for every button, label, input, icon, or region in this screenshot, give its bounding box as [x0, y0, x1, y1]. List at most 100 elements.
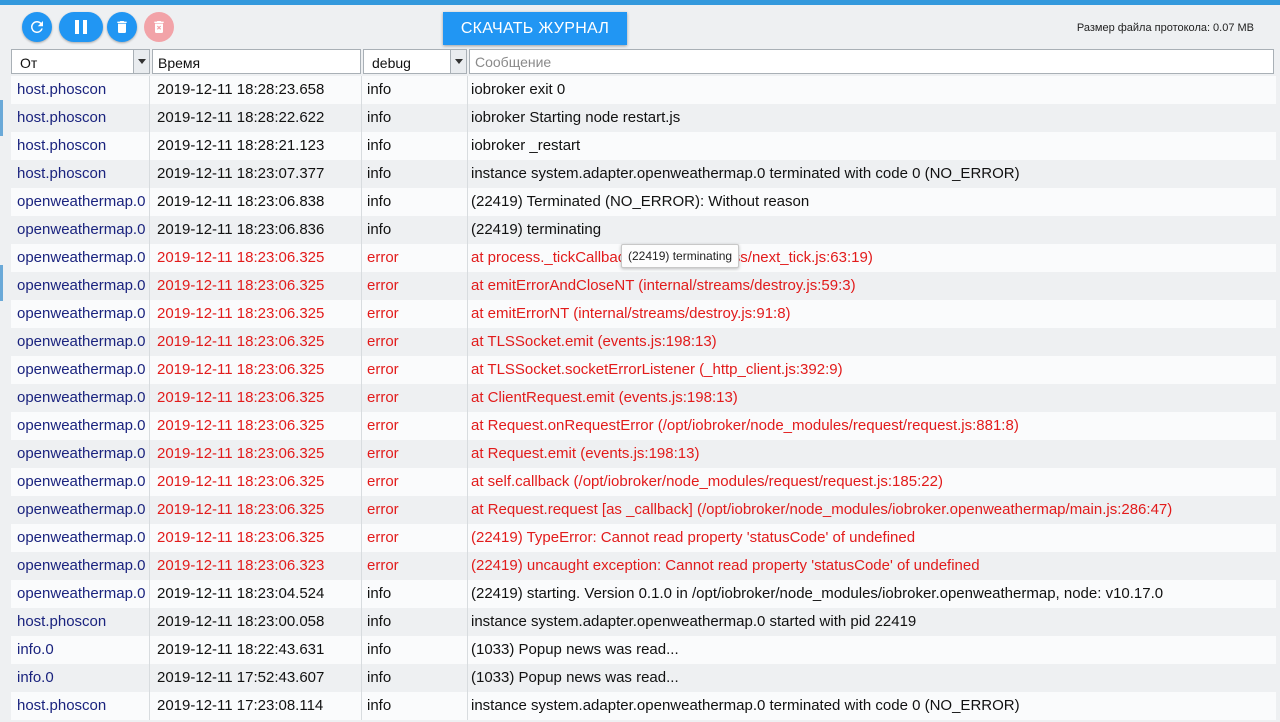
log-severity: info — [362, 664, 468, 692]
log-time: 2019-12-11 18:23:06.838 — [150, 188, 362, 216]
log-row: info.0 2019-12-11 17:52:43.607 info (1033) … — [11, 664, 1276, 692]
log-row: host.phoscon 2019-12-11 18:28:22.622 info i… — [11, 104, 1276, 132]
log-severity: info — [362, 76, 468, 104]
message-search-input[interactable] — [470, 50, 1273, 73]
log-row: openweathermap.0 2019-12-11 18:23:06.325 e… — [11, 524, 1276, 552]
delete-log-file-button[interactable] — [144, 12, 174, 42]
log-row: openweathermap.0 2019-12-11 18:23:06.323 e… — [11, 552, 1276, 580]
log-time: 2019-12-11 18:28:21.123 — [150, 132, 362, 160]
log-source: openweathermap.0 — [11, 580, 150, 608]
log-time: 2019-12-11 18:23:06.325 — [150, 384, 362, 412]
log-severity: error — [362, 356, 468, 384]
download-log-button[interactable]: СКАЧАТЬ ЖУРНАЛ — [443, 12, 627, 45]
log-row: openweathermap.0 2019-12-11 18:23:06.838 i… — [11, 188, 1276, 216]
log-time: 2019-12-11 17:52:43.607 — [150, 664, 362, 692]
log-message: instance system.adapter.openweathermap.0… — [471, 613, 917, 630]
log-time: 2019-12-11 18:23:06.325 — [150, 496, 362, 524]
log-severity: info — [362, 580, 468, 608]
log-row: openweathermap.0 2019-12-11 18:23:06.325 e… — [11, 356, 1276, 384]
log-time: 2019-12-11 18:23:06.325 — [150, 272, 362, 300]
log-message: instance system.adapter.openweathermap.0… — [471, 697, 1020, 714]
log-source: openweathermap.0 — [11, 552, 150, 580]
log-message: at emitErrorAndCloseNT (internal/streams… — [471, 277, 856, 294]
log-message: at process._tickCallback (internal/proce… — [471, 249, 873, 266]
log-source: openweathermap.0 — [11, 412, 150, 440]
log-message: at emitErrorNT (internal/streams/destroy… — [471, 305, 791, 322]
log-time: 2019-12-11 18:23:06.836 — [150, 216, 362, 244]
log-message: instance system.adapter.openweathermap.0… — [471, 165, 1020, 182]
log-message: at Request.onRequestError (/opt/iobroker… — [471, 417, 1019, 434]
pause-icon — [75, 20, 87, 34]
pause-button[interactable] — [59, 12, 103, 42]
log-source: openweathermap.0 — [11, 384, 150, 412]
log-row: host.phoscon 2019-12-11 18:23:07.377 info i… — [11, 160, 1276, 188]
log-row: host.phoscon 2019-12-11 18:28:21.123 info i… — [11, 132, 1276, 160]
file-size-info: Размер файла протокола: 0.07 MB — [1077, 22, 1254, 34]
refresh-icon — [30, 20, 43, 33]
log-row: openweathermap.0 2019-12-11 18:23:06.325 e… — [11, 468, 1276, 496]
log-severity: error — [362, 524, 468, 552]
log-row: openweathermap.0 2019-12-11 18:23:06.325 e… — [11, 300, 1276, 328]
log-message: iobroker exit 0 — [471, 81, 566, 98]
severity-filter-select[interactable]: debug — [363, 49, 467, 74]
log-toolbar: СКАЧАТЬ ЖУРНАЛ Размер файла протокола: 0.… — [0, 5, 1280, 47]
chevron-down-icon[interactable] — [450, 50, 466, 73]
log-time: 2019-12-11 18:23:06.325 — [150, 440, 362, 468]
log-time: 2019-12-11 18:22:43.631 — [150, 636, 362, 664]
log-severity: error — [362, 552, 468, 580]
log-severity: info — [362, 132, 468, 160]
log-severity: info — [362, 636, 468, 664]
log-message: (22419) starting. Version 0.1.0 in /opt/… — [471, 585, 1164, 602]
log-row: openweathermap.0 2019-12-11 18:23:06.325 e… — [11, 496, 1276, 524]
log-time: 2019-12-11 18:23:06.325 — [150, 412, 362, 440]
log-source: host.phoscon — [11, 104, 150, 132]
log-source: openweathermap.0 — [11, 300, 150, 328]
delete-file-icon — [154, 21, 164, 33]
log-time: 2019-12-11 18:23:06.325 — [150, 300, 362, 328]
log-source: openweathermap.0 — [11, 524, 150, 552]
log-severity: error — [362, 300, 468, 328]
source-filter-select[interactable]: От — [11, 49, 150, 74]
message-filter-field[interactable] — [469, 49, 1274, 74]
file-size-value: 0.07 MB — [1213, 22, 1254, 34]
log-message: at ClientRequest.emit (events.js:198:13) — [471, 389, 738, 406]
log-time: 2019-12-11 18:23:06.325 — [150, 468, 362, 496]
clear-log-button[interactable] — [107, 12, 137, 42]
log-source: openweathermap.0 — [11, 468, 150, 496]
log-source: info.0 — [11, 664, 150, 692]
log-severity: info — [362, 104, 468, 132]
log-source: openweathermap.0 — [11, 216, 150, 244]
log-source: openweathermap.0 — [11, 188, 150, 216]
left-edge-marker — [0, 265, 3, 301]
log-source: host.phoscon — [11, 692, 150, 720]
log-message: at Request.emit (events.js:198:13) — [471, 445, 700, 462]
log-message: (22419) Terminated (NO_ERROR): Without r… — [471, 193, 810, 210]
source-filter-value: От — [20, 54, 38, 71]
log-row: info.0 2019-12-11 18:22:43.631 info (1033) … — [11, 636, 1276, 664]
log-time: 2019-12-11 18:28:22.622 — [150, 104, 362, 132]
log-severity: error — [362, 440, 468, 468]
refresh-button[interactable] — [22, 12, 52, 42]
log-time: 2019-12-11 18:28:23.658 — [150, 76, 362, 104]
log-severity: error — [362, 496, 468, 524]
log-source: openweathermap.0 — [11, 356, 150, 384]
log-time: 2019-12-11 17:23:08.114 — [150, 692, 362, 720]
log-message: (22419) terminating — [471, 221, 602, 238]
log-source: openweathermap.0 — [11, 496, 150, 524]
tooltip: (22419) terminating — [621, 244, 740, 268]
log-severity: info — [362, 216, 468, 244]
log-time: 2019-12-11 18:23:00.058 — [150, 608, 362, 636]
log-message: at Request.request [as _callback] (/opt/… — [471, 501, 1173, 518]
time-filter-field[interactable]: Время — [152, 49, 361, 74]
log-row: openweathermap.0 2019-12-11 18:23:06.325 e… — [11, 328, 1276, 356]
log-source: openweathermap.0 — [11, 440, 150, 468]
log-time: 2019-12-11 18:23:06.325 — [150, 356, 362, 384]
chevron-down-icon[interactable] — [133, 50, 149, 73]
log-message: (22419) TypeError: Cannot read property … — [471, 529, 916, 546]
log-message: iobroker _restart — [471, 137, 581, 154]
left-edge-marker — [0, 100, 3, 136]
log-source: host.phoscon — [11, 76, 150, 104]
log-row: openweathermap.0 2019-12-11 18:23:06.325 e… — [11, 384, 1276, 412]
log-message: iobroker Starting node restart.js — [471, 109, 681, 126]
log-severity: error — [362, 272, 468, 300]
